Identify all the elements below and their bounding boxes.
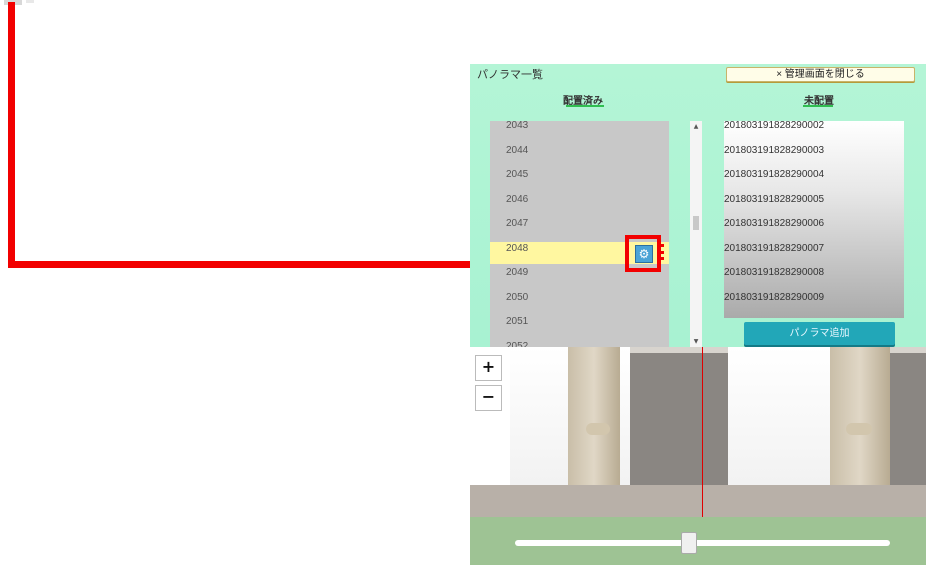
scroll-down-arrow-icon[interactable]: ▼ [690,338,702,345]
settings-highlight-box: ⚙ [625,235,661,272]
placed-list-item-label: 2044 [506,144,529,156]
placed-list: 2043 2044 2045 2046 2047 2048 2049 2050 2051 2052 [490,121,669,347]
unplaced-list-item[interactable]: 201803191828290007 [724,243,824,254]
placed-list-item-label: 2045 [506,169,529,180]
placed-list-item-label: 2048 [506,242,529,254]
annotation-arrow-vertical [8,2,15,268]
placed-list-item[interactable]: 2045 [490,168,669,190]
unplaced-list-item[interactable]: 201803191828290003 [724,145,824,156]
placed-list-item[interactable]: 2050 [490,291,669,313]
unplaced-list-item[interactable]: 201803191828290009 [724,292,824,303]
curtain-tie-left [586,423,610,435]
placed-list-item-label: 2050 [506,291,529,303]
viewer-center-line [702,347,703,517]
add-panorama-button[interactable]: パノラマ追加 [744,322,895,345]
slider-thumb[interactable] [680,532,697,554]
unplaced-list-item[interactable]: 201803191828290006 [724,218,824,229]
placed-header-underline [566,105,604,107]
placed-list-item-label: 2043 [506,121,529,131]
viewer-floor [470,485,926,517]
placed-list-scrollbar[interactable]: ▲ ▼ [690,121,702,347]
zoom-out-button[interactable]: − [475,385,502,411]
placed-list-item-label: 2049 [506,267,529,278]
zoom-in-button[interactable]: + [475,355,502,381]
panel-title: パノラマ一覧 [477,69,543,81]
partial-graphic [26,0,34,3]
placed-list-item[interactable]: 2052 [490,340,669,348]
annotation-mark [661,244,668,260]
scroll-up-arrow-icon[interactable]: ▲ [690,123,702,130]
gear-icon[interactable]: ⚙ [635,245,653,263]
unplaced-list-item[interactable]: 201803191828290004 [724,169,824,180]
unplaced-list: 201803191828290002 201803191828290003 2018… [724,121,904,318]
slider-track[interactable] [515,540,890,546]
unplaced-list-item[interactable]: 201803191828290005 [724,194,824,205]
placed-list-item-label: 2046 [506,193,529,205]
placed-list-item-label: 2047 [506,218,529,229]
placed-list-item[interactable]: 2043 [490,121,669,141]
unplaced-list-item[interactable]: 201803191828290002 [724,121,824,131]
placed-list-item-label: 2051 [506,316,529,327]
panorama-viewer[interactable] [470,347,926,517]
placed-list-item[interactable]: 2051 [490,315,669,337]
scroll-thumb[interactable] [693,216,699,230]
curtain-tie-right [846,423,872,435]
unplaced-list-item[interactable]: 201803191828290008 [724,267,824,278]
unplaced-header-underline [803,105,833,107]
placed-list-item[interactable]: 2044 [490,144,669,166]
close-admin-button[interactable]: × 管理画面を閉じる [726,67,915,82]
placed-list-item[interactable]: 2046 [490,193,669,215]
